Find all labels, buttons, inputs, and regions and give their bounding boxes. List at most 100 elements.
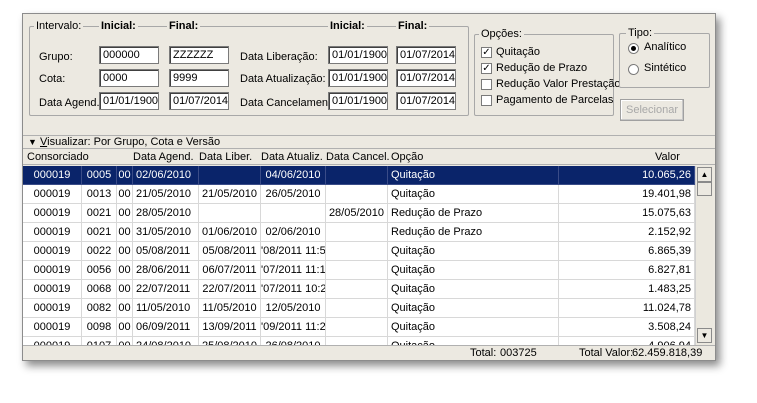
- reducao-prazo-checkbox[interactable]: ✓: [481, 63, 492, 74]
- table-row[interactable]: 000019 0068 00 22/07/2011 22/07/2011'07/2011…: [23, 280, 695, 299]
- cell-grupo: 000019: [23, 299, 82, 318]
- cota-final-field[interactable]: 9999: [169, 69, 229, 87]
- cell-data-agend: 28/05/2010: [133, 204, 199, 223]
- data-atualizacao-inicial-field[interactable]: 01/01/1900: [328, 69, 388, 87]
- cell-data-cancel: [326, 337, 388, 345]
- table-row[interactable]: 000019 0013 00 21/05/2010 21/05/2010 26/05/20…: [23, 185, 695, 204]
- cell-opcao: Quitação: [388, 299, 559, 318]
- cell-valor: 15.075,63: [559, 204, 695, 223]
- cell-data-atualiz: 04/06/2010: [261, 166, 326, 185]
- cell-data-liber: 13/09/2011: [199, 318, 261, 337]
- cell-data-atualiz: 02/06/2010: [261, 223, 326, 242]
- total-label: Total:: [470, 347, 497, 359]
- cell-valor: 2.152,92: [559, 223, 695, 242]
- cell-valor: 10.065,26: [559, 166, 695, 185]
- pagamento-parcelas-checkbox[interactable]: [481, 95, 492, 106]
- cell-data-agend: 05/08/2011: [133, 242, 199, 261]
- cota-inicial-field[interactable]: 0000: [99, 69, 159, 87]
- cell-versao: 00: [117, 166, 133, 185]
- scroll-thumb[interactable]: [697, 182, 712, 196]
- inicial-header: Inicial:: [99, 20, 138, 32]
- grupo-label: Grupo:: [39, 51, 73, 63]
- cell-data-liber: 21/05/2010: [199, 185, 261, 204]
- sintetico-radio[interactable]: [628, 64, 639, 75]
- data-cancelamento-inicial-field[interactable]: 01/01/1900: [328, 92, 388, 110]
- cell-data-cancel: [326, 242, 388, 261]
- sintetico-label[interactable]: Sintético: [644, 62, 686, 74]
- data-atualizacao-final-field[interactable]: 01/07/2014: [396, 69, 456, 87]
- table-row[interactable]: 000019 0082 00 11/05/2010 11/05/2010 12/05/20…: [23, 299, 695, 318]
- table-row[interactable]: 000019 0005 00 02/06/2010 04/06/2010 Quitação…: [23, 166, 695, 185]
- cell-cota: 0098: [82, 318, 117, 337]
- cell-data-cancel: [326, 280, 388, 299]
- cell-data-liber: 22/07/2011: [199, 280, 261, 299]
- col-opcao[interactable]: Opção: [391, 151, 423, 163]
- analitico-radio[interactable]: [628, 43, 639, 54]
- data-liberacao-inicial-field[interactable]: 01/01/1900: [328, 46, 388, 64]
- data-cancelamento-final-field[interactable]: 01/07/2014: [396, 92, 456, 110]
- cell-grupo: 000019: [23, 242, 82, 261]
- grupo-final-field[interactable]: ZZZZZZ: [169, 46, 229, 64]
- quitacao-checkbox[interactable]: ✓: [481, 47, 492, 58]
- col-data-cancel[interactable]: Data Cancel.: [326, 151, 390, 163]
- grid-scrollbar[interactable]: ▲ ▼: [695, 166, 713, 345]
- results-grid[interactable]: 000019 0005 00 02/06/2010 04/06/2010 Quitação…: [23, 166, 695, 345]
- quitacao-label[interactable]: Quitação: [496, 46, 540, 58]
- reducao-valor-prestacao-label[interactable]: Redução Valor Prestação: [496, 78, 621, 90]
- cell-cota: 0005: [82, 166, 117, 185]
- analitico-label[interactable]: Analítico: [644, 41, 686, 53]
- visualizar-bar[interactable]: ▼ Visualizar: Por Grupo, Cota e Versão: [23, 135, 715, 149]
- data-liberacao-final-field[interactable]: 01/07/2014: [396, 46, 456, 64]
- table-row[interactable]: 00001901070024/08/201025/08/201026/08/20…: [23, 337, 695, 345]
- table-row[interactable]: 000019 0098 00 06/09/2011 13/09/2011'09/2011…: [23, 318, 695, 337]
- total-valor-value: 62.459.818,39: [632, 347, 703, 359]
- cell-versao: 00: [117, 261, 133, 280]
- cell-opcao: Quitação: [388, 337, 559, 345]
- scroll-up-icon[interactable]: ▲: [697, 167, 712, 182]
- col-data-agend[interactable]: Data Agend.: [133, 151, 194, 163]
- report-window: Intervalo: Inicial: Final: Inicial: Fina…: [22, 13, 716, 361]
- status-bar: Total: 003725 Total Valor: 62.459.818,39: [23, 345, 715, 360]
- cell-data-liber: 06/07/2011: [199, 261, 261, 280]
- data-agend-inicial-field[interactable]: 01/01/1900: [99, 92, 159, 110]
- reducao-prazo-label[interactable]: Redução de Prazo: [496, 62, 587, 74]
- cell-cota: 0082: [82, 299, 117, 318]
- cell-versao: 00: [117, 185, 133, 204]
- chevron-down-icon[interactable]: ▼: [28, 136, 37, 149]
- visualizar-text: isualizar: Por Grupo, Cota e Versão: [47, 136, 221, 148]
- cell-data-agend: 31/05/2010: [133, 223, 199, 242]
- pagamento-parcelas-label[interactable]: Pagamento de Parcelas: [496, 94, 613, 106]
- cell-cota: 0021: [82, 223, 117, 242]
- selecionar-button[interactable]: Selecionar: [620, 99, 684, 121]
- cell-opcao: Quitação: [388, 185, 559, 204]
- col-data-atualiz[interactable]: Data Atualiz.: [261, 151, 323, 163]
- table-row[interactable]: 000019 0022 00 05/08/2011 05/08/2011'08/2011…: [23, 242, 695, 261]
- tipo-legend: Tipo:: [626, 27, 655, 39]
- cell-grupo: 000019: [23, 261, 82, 280]
- cell-data-liber: 01/06/2010: [199, 223, 261, 242]
- col-valor[interactable]: Valor: [655, 151, 680, 163]
- grid-header: Consorciado Data Agend. Data Liber. Data…: [23, 151, 715, 165]
- cell-cota: 0022: [82, 242, 117, 261]
- col-consorciado[interactable]: Consorciado: [27, 151, 89, 163]
- reducao-valor-prestacao-checkbox[interactable]: [481, 79, 492, 90]
- visualizar-label[interactable]: Visualizar: Por Grupo, Cota e Versão: [40, 136, 220, 149]
- data-agend-final-field[interactable]: 01/07/2014: [169, 92, 229, 110]
- cell-versao: 00: [117, 280, 133, 299]
- cell-grupo: 000019: [23, 166, 82, 185]
- grupo-inicial-field[interactable]: 000000: [99, 46, 159, 64]
- cell-data-cancel: [326, 261, 388, 280]
- scroll-down-icon[interactable]: ▼: [697, 328, 712, 343]
- table-row[interactable]: 000019 0021 00 31/05/2010 01/06/2010 02/06/20…: [23, 223, 695, 242]
- table-row[interactable]: 000019 0056 00 28/06/2011 06/07/2011'07/2011…: [23, 261, 695, 280]
- cell-data-atualiz: '08/2011 11:53: [261, 242, 326, 261]
- cell-grupo: 000019: [23, 318, 82, 337]
- cell-data-agend: 02/06/2010: [133, 166, 199, 185]
- cell-valor: 19.401,98: [559, 185, 695, 204]
- cell-data-cancel: [326, 166, 388, 185]
- total-value: 003725: [500, 347, 537, 359]
- cell-versao: 00: [117, 318, 133, 337]
- cell-data-liber: 11/05/2010: [199, 299, 261, 318]
- col-data-liber[interactable]: Data Liber.: [199, 151, 252, 163]
- table-row[interactable]: 000019 0021 00 28/05/2010 28/05/2010 Redução …: [23, 204, 695, 223]
